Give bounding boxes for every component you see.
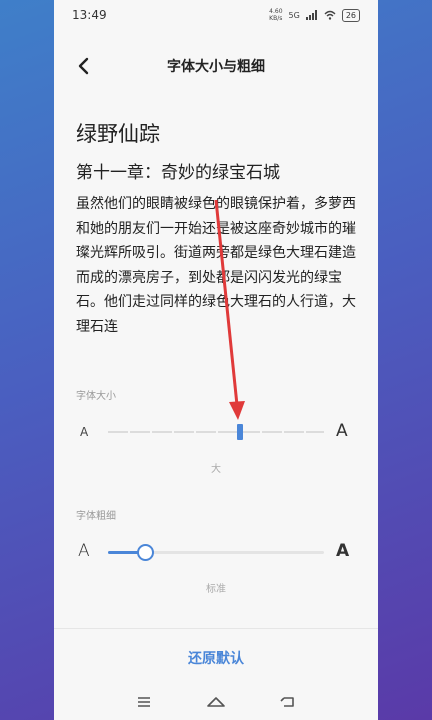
font-weight-large-glyph[interactable]: A [336, 541, 349, 561]
wifi-icon [324, 10, 336, 20]
font-size-track [108, 431, 324, 433]
annotation-arrow [214, 199, 245, 420]
signal-icon [305, 10, 317, 20]
header: 字体大小与粗细 [54, 44, 378, 88]
status-bar: 13:49 4.60 KB/s 5G 26 [54, 0, 378, 32]
font-size-slider[interactable] [108, 422, 324, 442]
preview-book-title: 绿野仙踪 [76, 122, 160, 146]
home-icon[interactable] [204, 690, 228, 714]
font-weight-knob[interactable] [136, 544, 154, 561]
font-weight-label: 字体粗细 [76, 511, 116, 522]
font-weight-value: 标准 [206, 584, 226, 595]
preview-chapter-title: 第十一章：奇妙的绿宝石城 [76, 163, 280, 183]
network-speed: 4.60 KB/s [269, 8, 283, 22]
font-size-thumb[interactable] [236, 424, 243, 440]
signal-label: 5G [288, 10, 300, 20]
preview-text: 虽然他们的眼睛被绿色的眼镜保护着，多萝西和她的朋友们一开始还是被这座奇妙城市的璀… [76, 196, 356, 335]
phone-screen: 13:49 4.60 KB/s 5G 26 字体大小与粗细 绿野仙踪 第十一章：… [54, 0, 378, 720]
reset-default-button[interactable]: 还原默认 [54, 648, 378, 668]
font-size-label: 字体大小 [76, 391, 116, 402]
divider [54, 628, 378, 629]
system-nav-bar [54, 686, 378, 720]
font-size-small-glyph[interactable]: A [80, 425, 88, 439]
font-weight-small-glyph[interactable]: A [78, 541, 90, 561]
battery-icon: 26 [341, 8, 360, 22]
status-icons: 4.60 KB/s 5G 26 [269, 8, 360, 22]
back-icon[interactable] [276, 690, 300, 714]
font-size-large-glyph[interactable]: A [336, 421, 348, 441]
font-weight-slider[interactable] [108, 542, 324, 562]
menu-icon[interactable] [132, 690, 156, 714]
page-title: 字体大小与粗细 [167, 59, 265, 75]
font-size-value: 大 [211, 464, 221, 475]
status-time: 13:49 [72, 8, 107, 22]
